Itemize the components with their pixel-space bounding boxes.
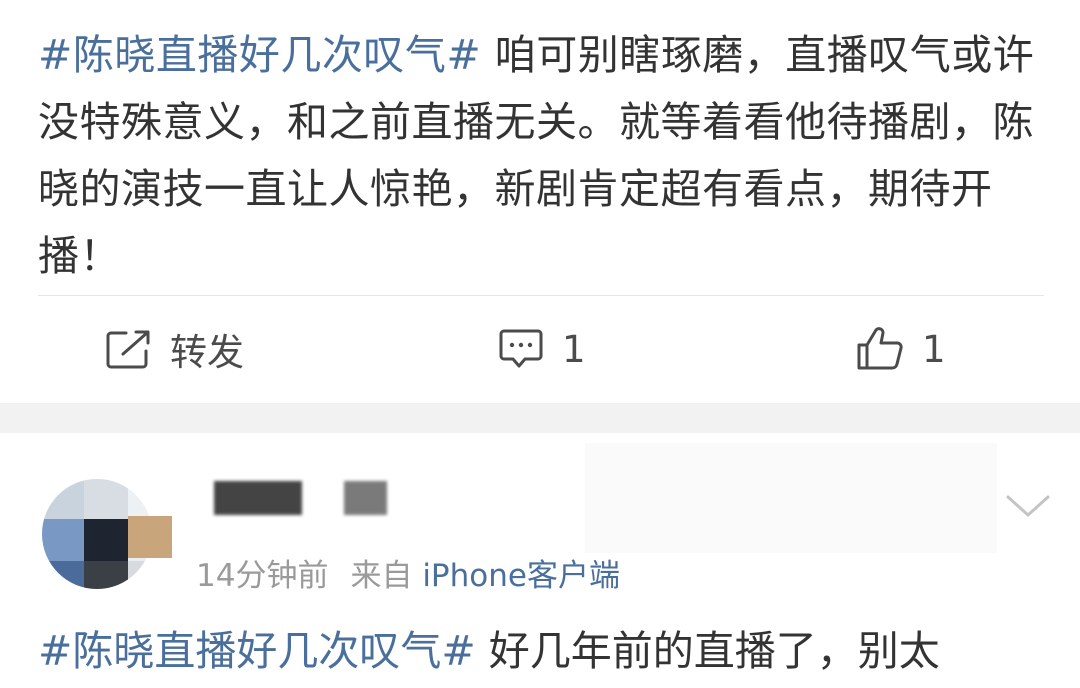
- avatar-pixel: [128, 479, 152, 519]
- comment-count: 1: [562, 327, 586, 371]
- repost-button[interactable]: 转发: [106, 326, 244, 374]
- avatar-pixel: [84, 561, 128, 589]
- avatar-pixel: [42, 519, 84, 561]
- source-device-link[interactable]: iPhone客户端: [422, 558, 620, 594]
- like-button[interactable]: 1: [856, 326, 946, 372]
- username-redacted-suffix: [344, 481, 387, 515]
- comment-button[interactable]: 1: [498, 326, 586, 372]
- weibo-post: #陈晓直播好几次叹气# 咱可别瞎琢磨，直播叹气或许没特殊意义，和之前直播无关。就…: [0, 0, 1080, 403]
- comment-icon: [499, 329, 543, 368]
- comment-item: 14分钟前 来自 iPhone客户端 #陈晓直播好几次叹气# 好几年前的直播了，别…: [0, 433, 1080, 688]
- chevron-down-icon[interactable]: [1004, 491, 1052, 521]
- like-count: 1: [922, 327, 946, 371]
- comment-body-text: 好几年前的直播了，别太: [475, 627, 940, 675]
- avatar-pixel: [42, 479, 84, 519]
- comment-hashtag-link[interactable]: #陈晓直播好几次叹气#: [38, 627, 476, 675]
- post-text: #陈晓直播好几次叹气# 咱可别瞎琢磨，直播叹气或许没特殊意义，和之前直播无关。就…: [38, 22, 1048, 290]
- post-hashtag-link[interactable]: #陈晓直播好几次叹气#: [38, 31, 481, 79]
- avatar-pixel: [128, 561, 152, 589]
- avatar-pixel: [84, 519, 128, 561]
- repost-label: 转发: [170, 331, 244, 374]
- blurred-region: [585, 443, 997, 553]
- share-square-icon: [106, 330, 150, 369]
- comment-time: 14分钟前: [196, 558, 329, 594]
- comment-meta: 14分钟前 来自 iPhone客户端: [196, 550, 620, 595]
- section-separator: [0, 403, 1080, 433]
- comment-text: #陈晓直播好几次叹气# 好几年前的直播了，别太: [38, 618, 1048, 685]
- source-prefix: 来自: [350, 558, 413, 594]
- avatar-pixel: [42, 561, 84, 589]
- avatar-pixel: [84, 479, 128, 519]
- avatar-pixel: [128, 516, 172, 558]
- thumbs-up-icon: [857, 327, 903, 370]
- post-action-bar: 转发 1 1: [0, 296, 1080, 403]
- username-redacted[interactable]: [214, 481, 302, 515]
